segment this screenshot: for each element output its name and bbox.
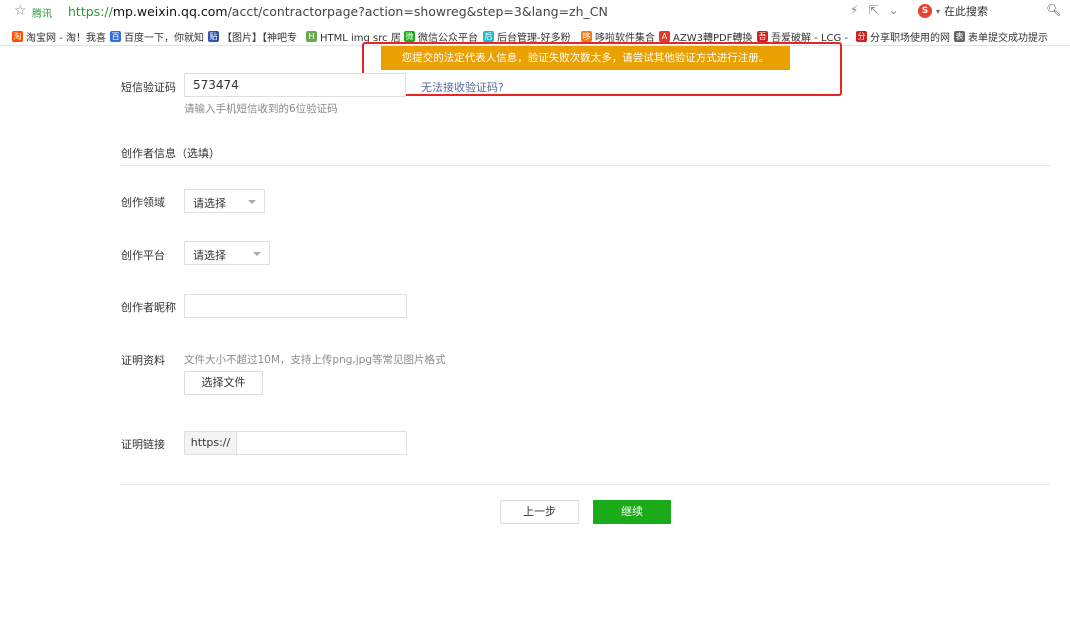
sms-code-hint: 请输入手机短信收到的6位验证码 [184, 103, 338, 115]
sms-code-input[interactable]: 573474 [184, 73, 406, 97]
proof-link-label: 证明链接 [121, 438, 165, 451]
bookmark-label: 表单提交成功提示 [968, 33, 1048, 44]
creator-field-label: 创作领域 [121, 196, 165, 209]
lightning-icon[interactable]: ⚡ [850, 3, 858, 17]
bookmark-star-icon[interactable]: ☆ [14, 3, 27, 19]
bookmark-favicon-icon: 哆 [581, 31, 592, 42]
url-path: /acct/contractorpage?action=showreg&step… [227, 4, 608, 19]
choose-file-button[interactable]: 选择文件 [184, 371, 263, 395]
bookmark-item[interactable]: 百百度一下，你就知 [110, 29, 204, 44]
bookmark-favicon-icon: 表 [954, 31, 965, 42]
sms-code-label: 短信验证码 [121, 81, 176, 94]
proof-material-label: 证明资料 [121, 354, 165, 367]
bookmark-label: 【图片】【神吧专 [222, 33, 297, 44]
continue-button[interactable]: 继续 [593, 500, 671, 524]
address-bar: ☆ 腾讯 https://mp.weixin.qq.com/acct/contr… [0, 0, 1070, 24]
share-icon[interactable]: ⇱ [868, 3, 878, 17]
chevron-down-icon [253, 252, 261, 256]
proof-material-hint: 文件大小不超过10M，支持上传png,jpg等常见图片格式 [184, 354, 446, 366]
bookmark-favicon-icon: 淘 [12, 31, 23, 42]
bookmark-favicon-icon: A [659, 31, 670, 42]
search-engine-caret-icon[interactable]: ▾ [936, 7, 940, 16]
creator-field-select-text: 请选择 [193, 197, 226, 210]
url-host: mp.weixin.qq.com [112, 4, 228, 19]
chevron-down-icon [248, 200, 256, 204]
creator-platform-select-text: 请选择 [193, 249, 226, 262]
footer-divider [120, 484, 1050, 485]
bookmark-favicon-icon: 分 [856, 31, 867, 42]
cannot-receive-code-link[interactable]: 无法接收验证码? [421, 79, 504, 95]
bookmark-label: 分享职场使用的网 [870, 33, 950, 44]
creator-nickname-label: 创作者昵称 [121, 301, 176, 314]
creator-platform-label: 创作平台 [121, 249, 165, 262]
url-scheme: https:// [68, 4, 113, 19]
chevron-down-icon[interactable]: ⌄ [889, 3, 899, 17]
url-field[interactable]: https://mp.weixin.qq.com/acct/contractor… [68, 4, 608, 19]
search-engine-icon[interactable]: S [918, 4, 932, 18]
address-tools: ⚡ ⇱ ⌄ [850, 3, 899, 17]
bookmark-favicon-icon: 后 [483, 31, 494, 42]
bookmark-item[interactable]: 分分享职场使用的网 [856, 29, 950, 44]
bookmark-item[interactable]: 淘淘宝网 - 淘！我喜 [12, 29, 106, 44]
proof-link-prefix: https:// [185, 432, 237, 454]
creator-field-select[interactable]: 请选择 [184, 189, 265, 213]
creator-section-title: 创作者信息（选填） [121, 147, 220, 160]
bookmark-favicon-icon: 贴 [208, 31, 219, 42]
proof-link-input[interactable]: https:// [184, 431, 407, 455]
sms-code-value: 573474 [193, 78, 239, 92]
section-divider [120, 165, 1050, 166]
search-box[interactable]: S ▾ 在此搜索 [918, 3, 988, 19]
bookmark-item[interactable]: 贴【图片】【神吧专 [208, 29, 297, 44]
bookmark-label: 淘宝网 - 淘！我喜 [26, 33, 106, 44]
bookmark-favicon-icon: 微 [404, 31, 415, 42]
bookmark-favicon-icon: 百 [110, 31, 121, 42]
site-label: 腾讯 [32, 9, 52, 20]
bookmark-favicon-icon: H [306, 31, 317, 42]
bookmark-item[interactable]: 表表单提交成功提示 [954, 29, 1048, 44]
creator-nickname-input[interactable] [184, 294, 407, 318]
search-icon[interactable]: 🔍︎ [1046, 3, 1061, 17]
bookmark-label: 百度一下，你就知 [124, 33, 204, 44]
search-placeholder: 在此搜索 [944, 5, 989, 18]
previous-step-button[interactable]: 上一步 [500, 500, 579, 524]
bookmark-favicon-icon: 吾 [757, 31, 768, 42]
creator-platform-select[interactable]: 请选择 [184, 241, 270, 265]
